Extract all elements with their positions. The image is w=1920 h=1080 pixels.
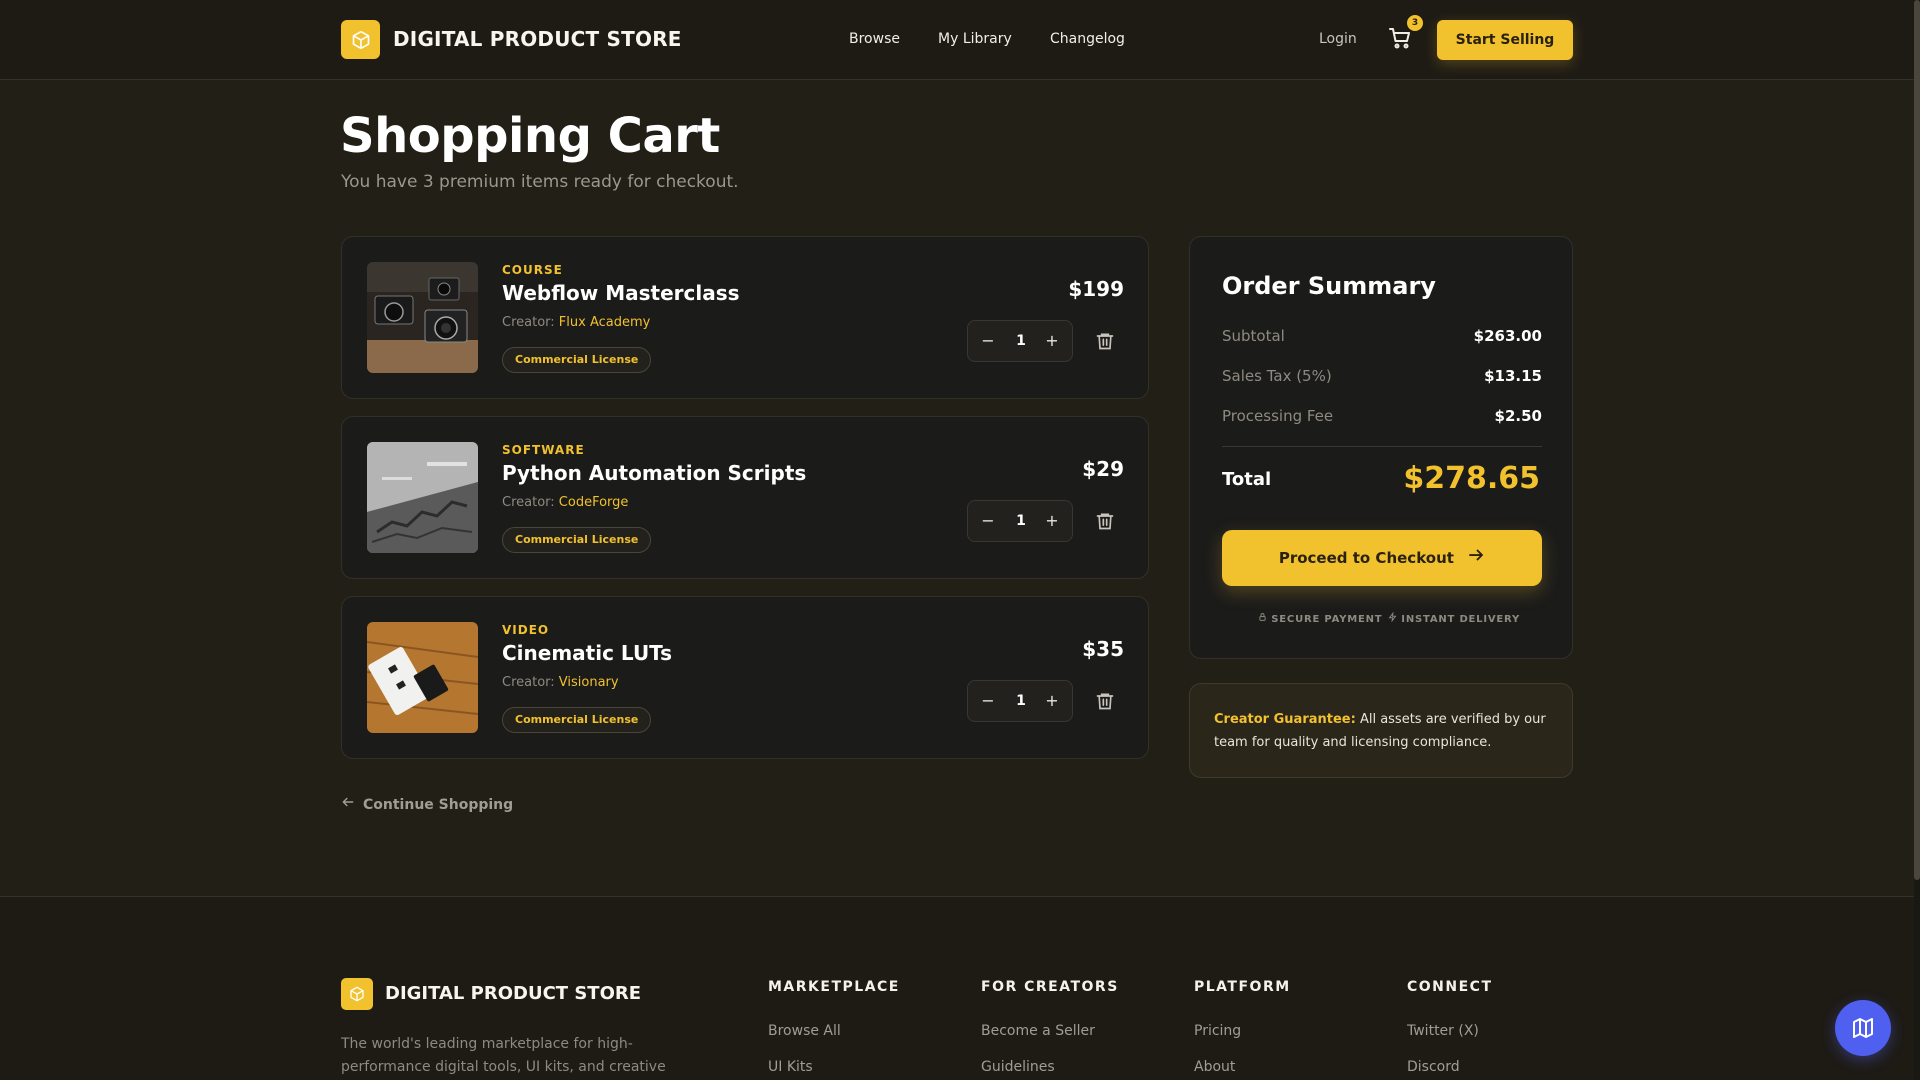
item-price: $199 bbox=[1068, 277, 1124, 301]
proceed-to-checkout-button[interactable]: Proceed to Checkout bbox=[1222, 530, 1542, 586]
page-title: Shopping Cart bbox=[340, 108, 720, 164]
nav-browse[interactable]: Browse bbox=[849, 31, 900, 47]
trash-icon[interactable] bbox=[1095, 511, 1115, 531]
footer-col-connect: CONNECT bbox=[1407, 979, 1493, 995]
footer-link[interactable]: Browse All bbox=[768, 1023, 841, 1039]
lock-icon bbox=[1258, 613, 1271, 625]
item-creator: Creator: CodeForge bbox=[502, 495, 628, 510]
footer: DIGITAL PRODUCT STORE The world's leadin… bbox=[0, 896, 1914, 1080]
total-label: Total bbox=[1222, 469, 1272, 490]
login-link[interactable]: Login bbox=[1319, 31, 1357, 47]
arrow-left-icon bbox=[341, 795, 357, 813]
bolt-icon bbox=[1388, 611, 1401, 625]
quantity-value: 1 bbox=[1016, 693, 1026, 709]
decrease-quantity-button[interactable]: − bbox=[972, 501, 1004, 541]
footer-col-for-creators: FOR CREATORS bbox=[981, 979, 1119, 995]
total-value: $278.65 bbox=[1403, 461, 1540, 496]
item-category: COURSE bbox=[502, 263, 563, 277]
trash-icon[interactable] bbox=[1095, 331, 1115, 351]
creator-label: Creator: bbox=[502, 315, 555, 330]
secure-payment-note: SECURE PAYMENT bbox=[1258, 612, 1382, 625]
product-thumbnail[interactable] bbox=[367, 622, 478, 733]
decrease-quantity-button[interactable]: − bbox=[972, 681, 1004, 721]
instant-delivery-label: INSTANT DELIVERY bbox=[1401, 614, 1521, 625]
creator-link[interactable]: CodeForge bbox=[559, 495, 629, 510]
nav-changelog[interactable]: Changelog bbox=[1050, 31, 1125, 47]
footer-link[interactable]: Become a Seller bbox=[981, 1023, 1095, 1039]
creator-link[interactable]: Flux Academy bbox=[559, 315, 651, 330]
footer-link[interactable]: Guidelines bbox=[981, 1059, 1055, 1075]
secure-payment-label: SECURE PAYMENT bbox=[1271, 614, 1383, 625]
quantity-stepper: − 1 + bbox=[967, 500, 1073, 542]
tax-value: $13.15 bbox=[1484, 367, 1542, 385]
logo-icon[interactable] bbox=[341, 20, 380, 59]
brand-name[interactable]: DIGITAL PRODUCT STORE bbox=[393, 27, 682, 51]
order-summary-title: Order Summary bbox=[1222, 272, 1436, 300]
subtotal-value: $263.00 bbox=[1473, 327, 1542, 345]
cart-item: SOFTWARE Python Automation Scripts Creat… bbox=[341, 416, 1149, 579]
top-nav-bar: DIGITAL PRODUCT STORE Browse My Library … bbox=[0, 0, 1914, 80]
increase-quantity-button[interactable]: + bbox=[1036, 321, 1068, 361]
item-title[interactable]: Cinematic LUTs bbox=[502, 641, 672, 665]
quantity-value: 1 bbox=[1016, 333, 1026, 349]
nav-my-library[interactable]: My Library bbox=[938, 31, 1012, 47]
checkout-label: Proceed to Checkout bbox=[1278, 549, 1454, 567]
license-badge: Commercial License bbox=[502, 707, 652, 733]
instant-delivery-note: INSTANT DELIVERY bbox=[1388, 611, 1521, 625]
cart-item: COURSE Webflow Masterclass Creator: Flux… bbox=[341, 236, 1149, 399]
start-selling-button[interactable]: Start Selling bbox=[1437, 20, 1573, 60]
subtotal-label: Subtotal bbox=[1222, 327, 1285, 345]
footer-link[interactable]: Pricing bbox=[1194, 1023, 1241, 1039]
page-subtitle: You have 3 premium items ready for check… bbox=[341, 172, 739, 192]
footer-link[interactable]: About bbox=[1194, 1059, 1235, 1075]
creator-link[interactable]: Visionary bbox=[559, 675, 619, 690]
scrollbar-thumb[interactable] bbox=[1914, 0, 1920, 880]
creator-label: Creator: bbox=[502, 495, 555, 510]
increase-quantity-button[interactable]: + bbox=[1036, 681, 1068, 721]
item-creator: Creator: Visionary bbox=[502, 675, 619, 690]
decrease-quantity-button[interactable]: − bbox=[972, 321, 1004, 361]
footer-brand[interactable]: DIGITAL PRODUCT STORE bbox=[385, 983, 641, 1004]
footer-col-marketplace: MARKETPLACE bbox=[768, 979, 900, 995]
creator-label: Creator: bbox=[502, 675, 555, 690]
divider bbox=[1222, 446, 1542, 447]
item-price: $35 bbox=[1082, 637, 1124, 661]
quantity-stepper: − 1 + bbox=[967, 320, 1073, 362]
item-price: $29 bbox=[1082, 457, 1124, 481]
quantity-value: 1 bbox=[1016, 513, 1026, 529]
cart-item: VIDEO Cinematic LUTs Creator: Visionary … bbox=[341, 596, 1149, 759]
trash-icon[interactable] bbox=[1095, 691, 1115, 711]
order-summary-panel: Order Summary Subtotal $263.00 Sales Tax… bbox=[1189, 236, 1573, 659]
footer-link[interactable]: Twitter (X) bbox=[1407, 1023, 1479, 1039]
license-badge: Commercial License bbox=[502, 347, 652, 373]
guarantee-heading: Creator Guarantee: bbox=[1214, 712, 1356, 727]
continue-shopping-label: Continue Shopping bbox=[363, 797, 514, 813]
item-creator: Creator: Flux Academy bbox=[502, 315, 650, 330]
footer-link[interactable]: Discord bbox=[1407, 1059, 1460, 1075]
map-icon[interactable] bbox=[1835, 1000, 1891, 1056]
creator-guarantee-box: Creator Guarantee: All assets are verifi… bbox=[1189, 683, 1573, 778]
arrow-right-icon bbox=[1467, 531, 1485, 587]
fee-label: Processing Fee bbox=[1222, 407, 1334, 425]
guarantee-text: Creator Guarantee: All assets are verifi… bbox=[1214, 708, 1550, 754]
footer-col-platform: PLATFORM bbox=[1194, 979, 1291, 995]
tax-label: Sales Tax (5%) bbox=[1222, 367, 1332, 385]
item-category: SOFTWARE bbox=[502, 443, 585, 457]
item-title[interactable]: Webflow Masterclass bbox=[502, 281, 740, 305]
item-title[interactable]: Python Automation Scripts bbox=[502, 461, 806, 485]
quantity-stepper: − 1 + bbox=[967, 680, 1073, 722]
continue-shopping-link[interactable]: Continue Shopping bbox=[341, 795, 513, 813]
fee-value: $2.50 bbox=[1494, 407, 1542, 425]
footer-link[interactable]: UI Kits bbox=[768, 1059, 813, 1075]
cart-icon[interactable] bbox=[1388, 26, 1412, 50]
license-badge: Commercial License bbox=[502, 527, 652, 553]
footer-logo-icon[interactable] bbox=[341, 978, 373, 1010]
increase-quantity-button[interactable]: + bbox=[1036, 501, 1068, 541]
item-category: VIDEO bbox=[502, 623, 550, 637]
footer-description: The world's leading marketplace for high… bbox=[341, 1036, 666, 1075]
product-thumbnail[interactable] bbox=[367, 442, 478, 553]
product-thumbnail[interactable] bbox=[367, 262, 478, 373]
cart-count-badge: 3 bbox=[1407, 15, 1423, 31]
